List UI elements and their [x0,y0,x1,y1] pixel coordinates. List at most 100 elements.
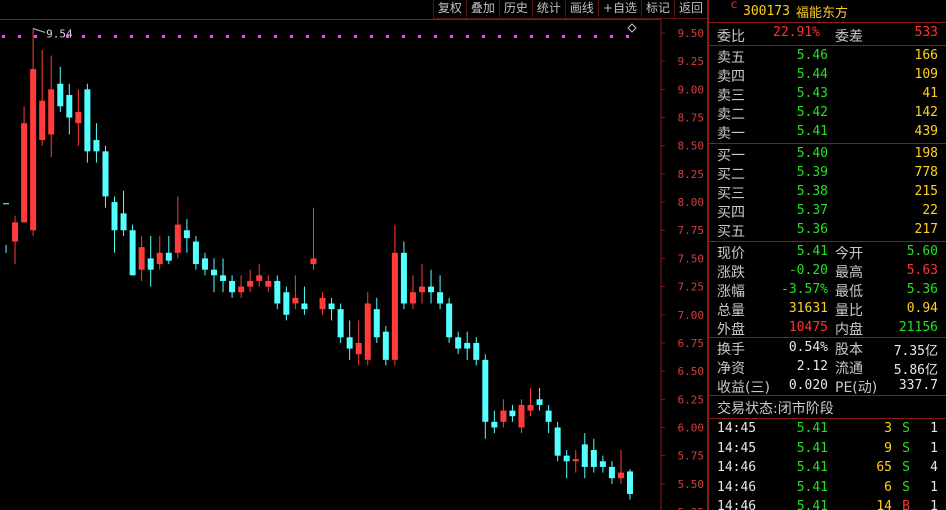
candle-down [84,89,91,152]
sell-order-row[interactable]: 卖三 5.43 41 [709,84,946,104]
candle-up [21,123,28,223]
tick-list[interactable]: 14:45 5.41 3 S 1 14:45 5.41 9 S 1 14:46 5.41 65 S 4 14:… [709,419,946,510]
stock-code[interactable]: 300173 [743,4,790,19]
tick-row[interactable]: 14:46 5.41 14 B 1 [709,497,946,510]
quote-value: 5.36 [906,282,938,297]
stock-title: C 300173 福能东方 [709,0,946,22]
indicator-dot [450,35,453,38]
indicator-dot [466,35,469,38]
y-tick-label: 8.75 [678,112,705,125]
ratio-diff-value: 533 [914,25,938,40]
indicator-dot [546,35,549,38]
candle-up [527,404,534,411]
indicator-dot [482,35,485,38]
toolbar-button[interactable]: 统计 [531,0,565,19]
order-volume: 109 [914,67,938,82]
tick-price: 5.41 [796,440,828,456]
trade-status: 交易状态:闭市阶段 [717,401,834,417]
order-level-label: 卖四 [717,69,745,85]
buy-order-row[interactable]: 买四 5.37 22 [709,201,946,221]
buy-order-row[interactable]: 买一 5.40 198 [709,144,946,164]
tick-side: S [902,460,910,475]
order-level-label: 卖二 [717,107,745,123]
indicator-dot [194,35,197,38]
buy-order-book: 买一 5.40 198 买二 5.39 778 买三 5.38 215 买四 5.37 22 买五 5.3… [709,144,946,240]
buy-order-row[interactable]: 买五 5.36 217 [709,220,946,240]
stock-name[interactable]: 福能东方 [796,2,848,21]
indicator-dot [370,35,373,38]
quote-label: 涨跌 [717,265,745,281]
tick-time: 14:45 [717,421,757,436]
indicator-dot [338,35,341,38]
tick-row[interactable]: 14:46 5.41 65 S 4 [709,458,946,478]
kline-chart-area[interactable]: 9.50 9.25 9.00 8.75 8.50 8.25 8.00 7.75 7.50 7.25… [0,0,707,510]
candle-down [211,269,217,276]
indicator-dot [626,35,629,38]
fundamental-value: 337.7 [898,378,938,393]
order-price: 5.41 [796,124,828,139]
order-level-label: 买四 [717,205,745,221]
toolbar-button[interactable]: 历史 [498,0,532,19]
kline-chart[interactable]: 9.50 9.25 9.00 8.75 8.50 8.25 8.00 7.75 7.50 7.25… [0,0,707,510]
buy-order-row[interactable]: 买二 5.39 778 [709,163,946,183]
candle-up [174,224,181,253]
candle-down [192,241,199,265]
quote-block: 现价 5.41 今开 5.60 涨跌 -0.20 最高 5.63 涨幅 -3.57% 最低 5.36 总… [709,242,946,338]
indicator-dot [290,35,293,38]
tick-volume: 65 [876,460,892,475]
quote-label: 涨幅 [717,284,745,300]
sell-order-row[interactable]: 卖五 5.46 166 [709,46,946,66]
tick-row[interactable]: 14:45 5.41 3 S 1 [709,419,946,439]
ratio-diff-label: 委差 [835,29,863,45]
indicator-dot [258,35,261,38]
sell-order-row[interactable]: 卖二 5.42 142 [709,103,946,123]
candle-down [328,303,335,310]
candle-down [599,461,606,467]
tick-count: 1 [930,440,938,456]
order-volume: 41 [922,86,938,101]
sell-order-row[interactable]: 卖四 5.44 109 [709,65,946,85]
order-price: 5.36 [796,222,828,237]
candle-up [617,472,624,479]
fundamental-value: 0.54% [788,340,828,355]
stock-marker: C [731,1,738,11]
candle-down [563,455,570,462]
candle-down [482,359,489,422]
buy-order-row[interactable]: 买三 5.38 215 [709,182,946,202]
y-tick-label: 9.25 [678,55,705,68]
candle-down [346,337,353,349]
sell-order-row[interactable]: 卖一 5.41 439 [709,122,946,142]
tick-time: 14:46 [717,460,757,475]
candle-down [446,303,453,338]
candle-down [491,421,498,428]
indicator-dot [18,35,21,38]
quote-value: 5.60 [906,244,938,259]
fundamental-label: PE(动) [835,380,878,396]
toolbar-button[interactable]: 复权 [432,0,466,19]
fundamental-value: 2.12 [796,359,828,374]
tick-price: 5.41 [796,479,828,495]
toolbar-button[interactable]: 叠加 [465,0,499,19]
candle-down [301,303,308,310]
candle-up [572,459,579,462]
indicator-dot [242,35,245,38]
tick-price: 5.41 [796,421,828,436]
quote-value: 5.63 [906,263,938,278]
y-tick-label: 9.00 [678,83,705,96]
indicator-dot [146,35,149,38]
toolbar-button[interactable]: 标记 [640,0,674,19]
indicator-dot [226,35,229,38]
tick-row[interactable]: 14:46 5.41 6 S 1 [709,478,946,498]
quote-row: 外盘 10475 内盘 21156 [709,318,946,338]
toolbar-button[interactable]: +自选 [597,0,641,19]
toolbar-button[interactable]: 画线 [564,0,598,19]
candle-up [310,258,317,265]
sell-order-book: 卖五 5.46 166 卖四 5.44 109 卖三 5.43 41 卖二 5.42 142 卖一 5.4… [709,46,946,142]
candle-down [93,140,100,152]
candle-down [220,275,227,281]
y-tick-label: 7.00 [678,309,705,322]
order-volume: 217 [914,222,938,237]
tick-row[interactable]: 14:45 5.41 9 S 1 [709,439,946,459]
toolbar-button[interactable]: 返回 [673,0,707,19]
y-tick-label: 8.50 [678,140,705,153]
